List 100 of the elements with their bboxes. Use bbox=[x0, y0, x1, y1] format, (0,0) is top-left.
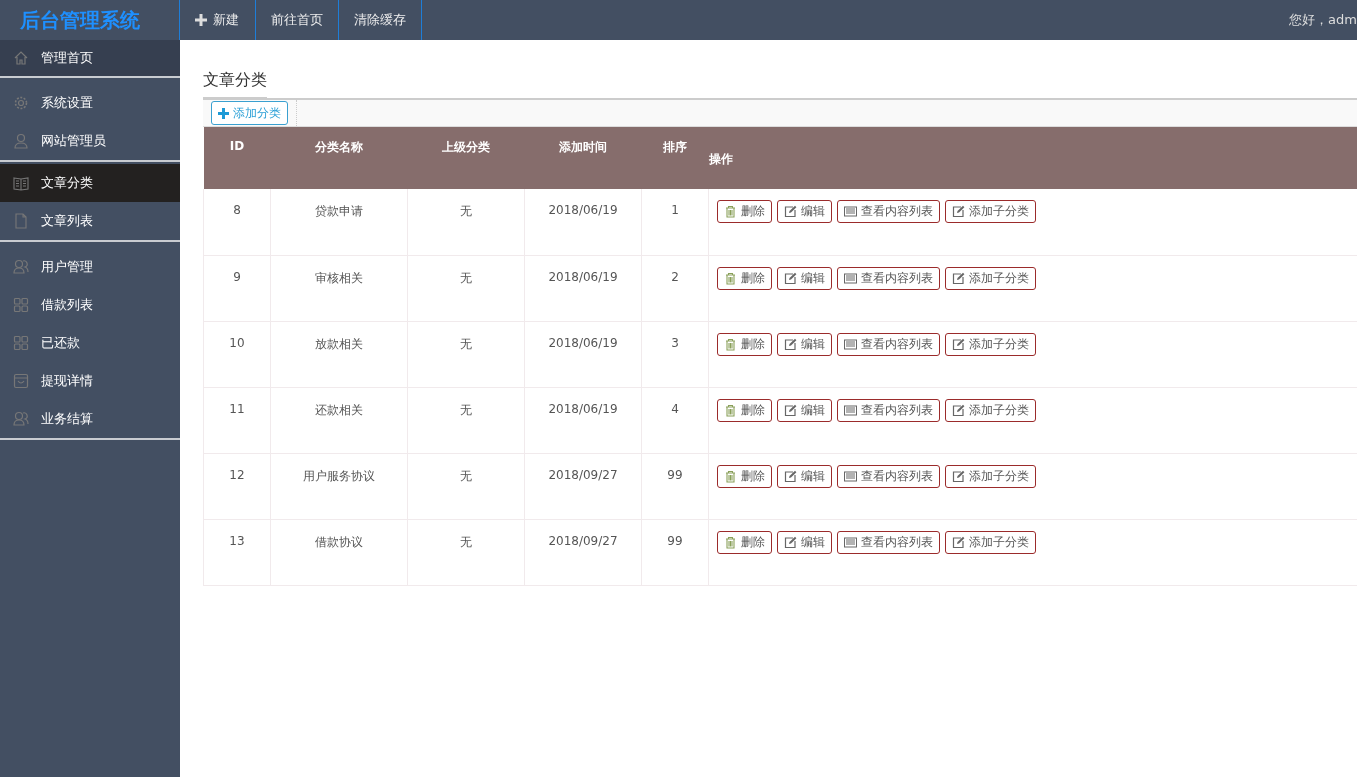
list-icon bbox=[844, 403, 857, 417]
edit-icon bbox=[952, 535, 965, 549]
users-icon bbox=[13, 259, 29, 275]
edit-button[interactable]: 编辑 bbox=[777, 200, 832, 223]
list-icon bbox=[844, 337, 857, 351]
edit-icon bbox=[784, 271, 797, 285]
column-header: 分类名称 bbox=[270, 127, 408, 189]
table-cell: 8 bbox=[203, 189, 271, 255]
table-cell: 2018/09/27 bbox=[524, 453, 642, 519]
sidebar-item[interactable]: 用户管理 bbox=[0, 248, 180, 286]
table-cell: 用户服务协议 bbox=[270, 453, 408, 519]
trash-icon bbox=[724, 403, 737, 417]
trash-icon bbox=[724, 469, 737, 483]
delete-button[interactable]: 删除 bbox=[717, 464, 772, 488]
edit-button[interactable]: 编辑 bbox=[777, 332, 832, 356]
edit-icon bbox=[784, 535, 797, 549]
view-list-button[interactable]: 查看内容列表 bbox=[837, 398, 940, 422]
list-icon bbox=[844, 205, 857, 218]
table-cell: 9 bbox=[203, 255, 271, 321]
edit-icon bbox=[952, 271, 965, 285]
edit-button[interactable]: 添加子分类 bbox=[945, 200, 1036, 223]
file-icon bbox=[13, 213, 29, 229]
trash-icon bbox=[724, 535, 737, 549]
trash-icon bbox=[724, 205, 737, 218]
column-header: 排序 bbox=[641, 127, 709, 189]
list-icon bbox=[844, 469, 857, 483]
delete-button[interactable]: 删除 bbox=[717, 530, 772, 554]
table-cell: 12 bbox=[203, 453, 271, 519]
edit-button[interactable]: 添加子分类 bbox=[945, 530, 1036, 554]
table-cell: 3 bbox=[641, 321, 709, 387]
sidebar-item[interactable]: 业务结算 bbox=[0, 400, 180, 438]
table-cell: 无 bbox=[407, 387, 525, 453]
edit-icon bbox=[784, 469, 797, 483]
delete-button[interactable]: 删除 bbox=[717, 398, 772, 422]
sidebar-item[interactable]: 借款列表 bbox=[0, 286, 180, 324]
sidebar-item[interactable]: 管理首页 bbox=[0, 40, 180, 76]
plus-icon bbox=[195, 14, 207, 26]
delete-button[interactable]: 删除 bbox=[717, 200, 772, 223]
table-cell: 2018/06/19 bbox=[524, 387, 642, 453]
table-cell: 2018/06/19 bbox=[524, 189, 642, 255]
table-cell: 还款相关 bbox=[270, 387, 408, 453]
table-cell: 借款协议 bbox=[270, 519, 408, 585]
edit-button[interactable]: 添加子分类 bbox=[945, 398, 1036, 422]
table-cell: 4 bbox=[641, 387, 709, 453]
edit-button[interactable]: 编辑 bbox=[777, 530, 832, 554]
edit-button[interactable]: 编辑 bbox=[777, 266, 832, 290]
table-cell: 13 bbox=[203, 519, 271, 585]
column-header: ID bbox=[203, 127, 271, 189]
table-cell: 放款相关 bbox=[270, 321, 408, 387]
edit-icon bbox=[784, 337, 797, 351]
table-cell: 无 bbox=[407, 453, 525, 519]
greeting-text: 您好，adm bbox=[1289, 11, 1357, 29]
edit-button[interactable]: 添加子分类 bbox=[945, 266, 1036, 290]
sidebar-item[interactable]: 网站管理员 bbox=[0, 122, 180, 160]
table-cell: 无 bbox=[407, 519, 525, 585]
sidebar-item[interactable]: 提现详情 bbox=[0, 362, 180, 400]
edit-button[interactable]: 编辑 bbox=[777, 398, 832, 422]
sidebar-item[interactable]: 文章列表 bbox=[0, 202, 180, 240]
table-cell: 无 bbox=[407, 321, 525, 387]
table-cell: 99 bbox=[641, 519, 709, 585]
table-cell: 2018/09/27 bbox=[524, 519, 642, 585]
list-icon bbox=[844, 271, 857, 285]
edit-button[interactable]: 编辑 bbox=[777, 464, 832, 488]
table-cell: 贷款申请 bbox=[270, 189, 408, 255]
column-header: 操作 bbox=[708, 127, 1357, 189]
edit-button[interactable]: 添加子分类 bbox=[945, 464, 1036, 488]
trash-icon bbox=[724, 337, 737, 351]
home-icon bbox=[13, 50, 29, 66]
book-icon bbox=[13, 175, 29, 191]
edit-icon bbox=[784, 205, 797, 218]
delete-button[interactable]: 删除 bbox=[717, 332, 772, 356]
grid-icon bbox=[13, 297, 29, 313]
edit-icon bbox=[952, 403, 965, 417]
settings-icon bbox=[13, 95, 29, 111]
table-cell: 11 bbox=[203, 387, 271, 453]
edit-button[interactable]: 添加子分类 bbox=[945, 332, 1036, 356]
plus-icon bbox=[218, 107, 229, 119]
table-cell: 2 bbox=[641, 255, 709, 321]
view-list-button[interactable]: 查看内容列表 bbox=[837, 200, 940, 223]
view-list-button[interactable]: 查看内容列表 bbox=[837, 530, 940, 554]
sidebar-item[interactable]: 系统设置 bbox=[0, 84, 180, 122]
trash-icon bbox=[724, 271, 737, 285]
sidebar-item[interactable]: 已还款 bbox=[0, 324, 180, 362]
edit-icon bbox=[952, 469, 965, 483]
view-list-button[interactable]: 查看内容列表 bbox=[837, 464, 940, 488]
column-header: 添加时间 bbox=[524, 127, 642, 189]
table-cell: 1 bbox=[641, 189, 709, 255]
table-cell: 审核相关 bbox=[270, 255, 408, 321]
view-list-button[interactable]: 查看内容列表 bbox=[837, 332, 940, 356]
table-cell: 10 bbox=[203, 321, 271, 387]
table-cell: 无 bbox=[407, 255, 525, 321]
delete-button[interactable]: 删除 bbox=[717, 266, 772, 290]
table-cell: 无 bbox=[407, 189, 525, 255]
table-cell: 2018/06/19 bbox=[524, 321, 642, 387]
list-icon bbox=[844, 535, 857, 549]
view-list-button[interactable]: 查看内容列表 bbox=[837, 266, 940, 290]
sidebar-item[interactable]: 文章分类 bbox=[0, 164, 180, 202]
grid-icon bbox=[13, 335, 29, 351]
edit-icon bbox=[952, 205, 965, 218]
edit-icon bbox=[784, 403, 797, 417]
